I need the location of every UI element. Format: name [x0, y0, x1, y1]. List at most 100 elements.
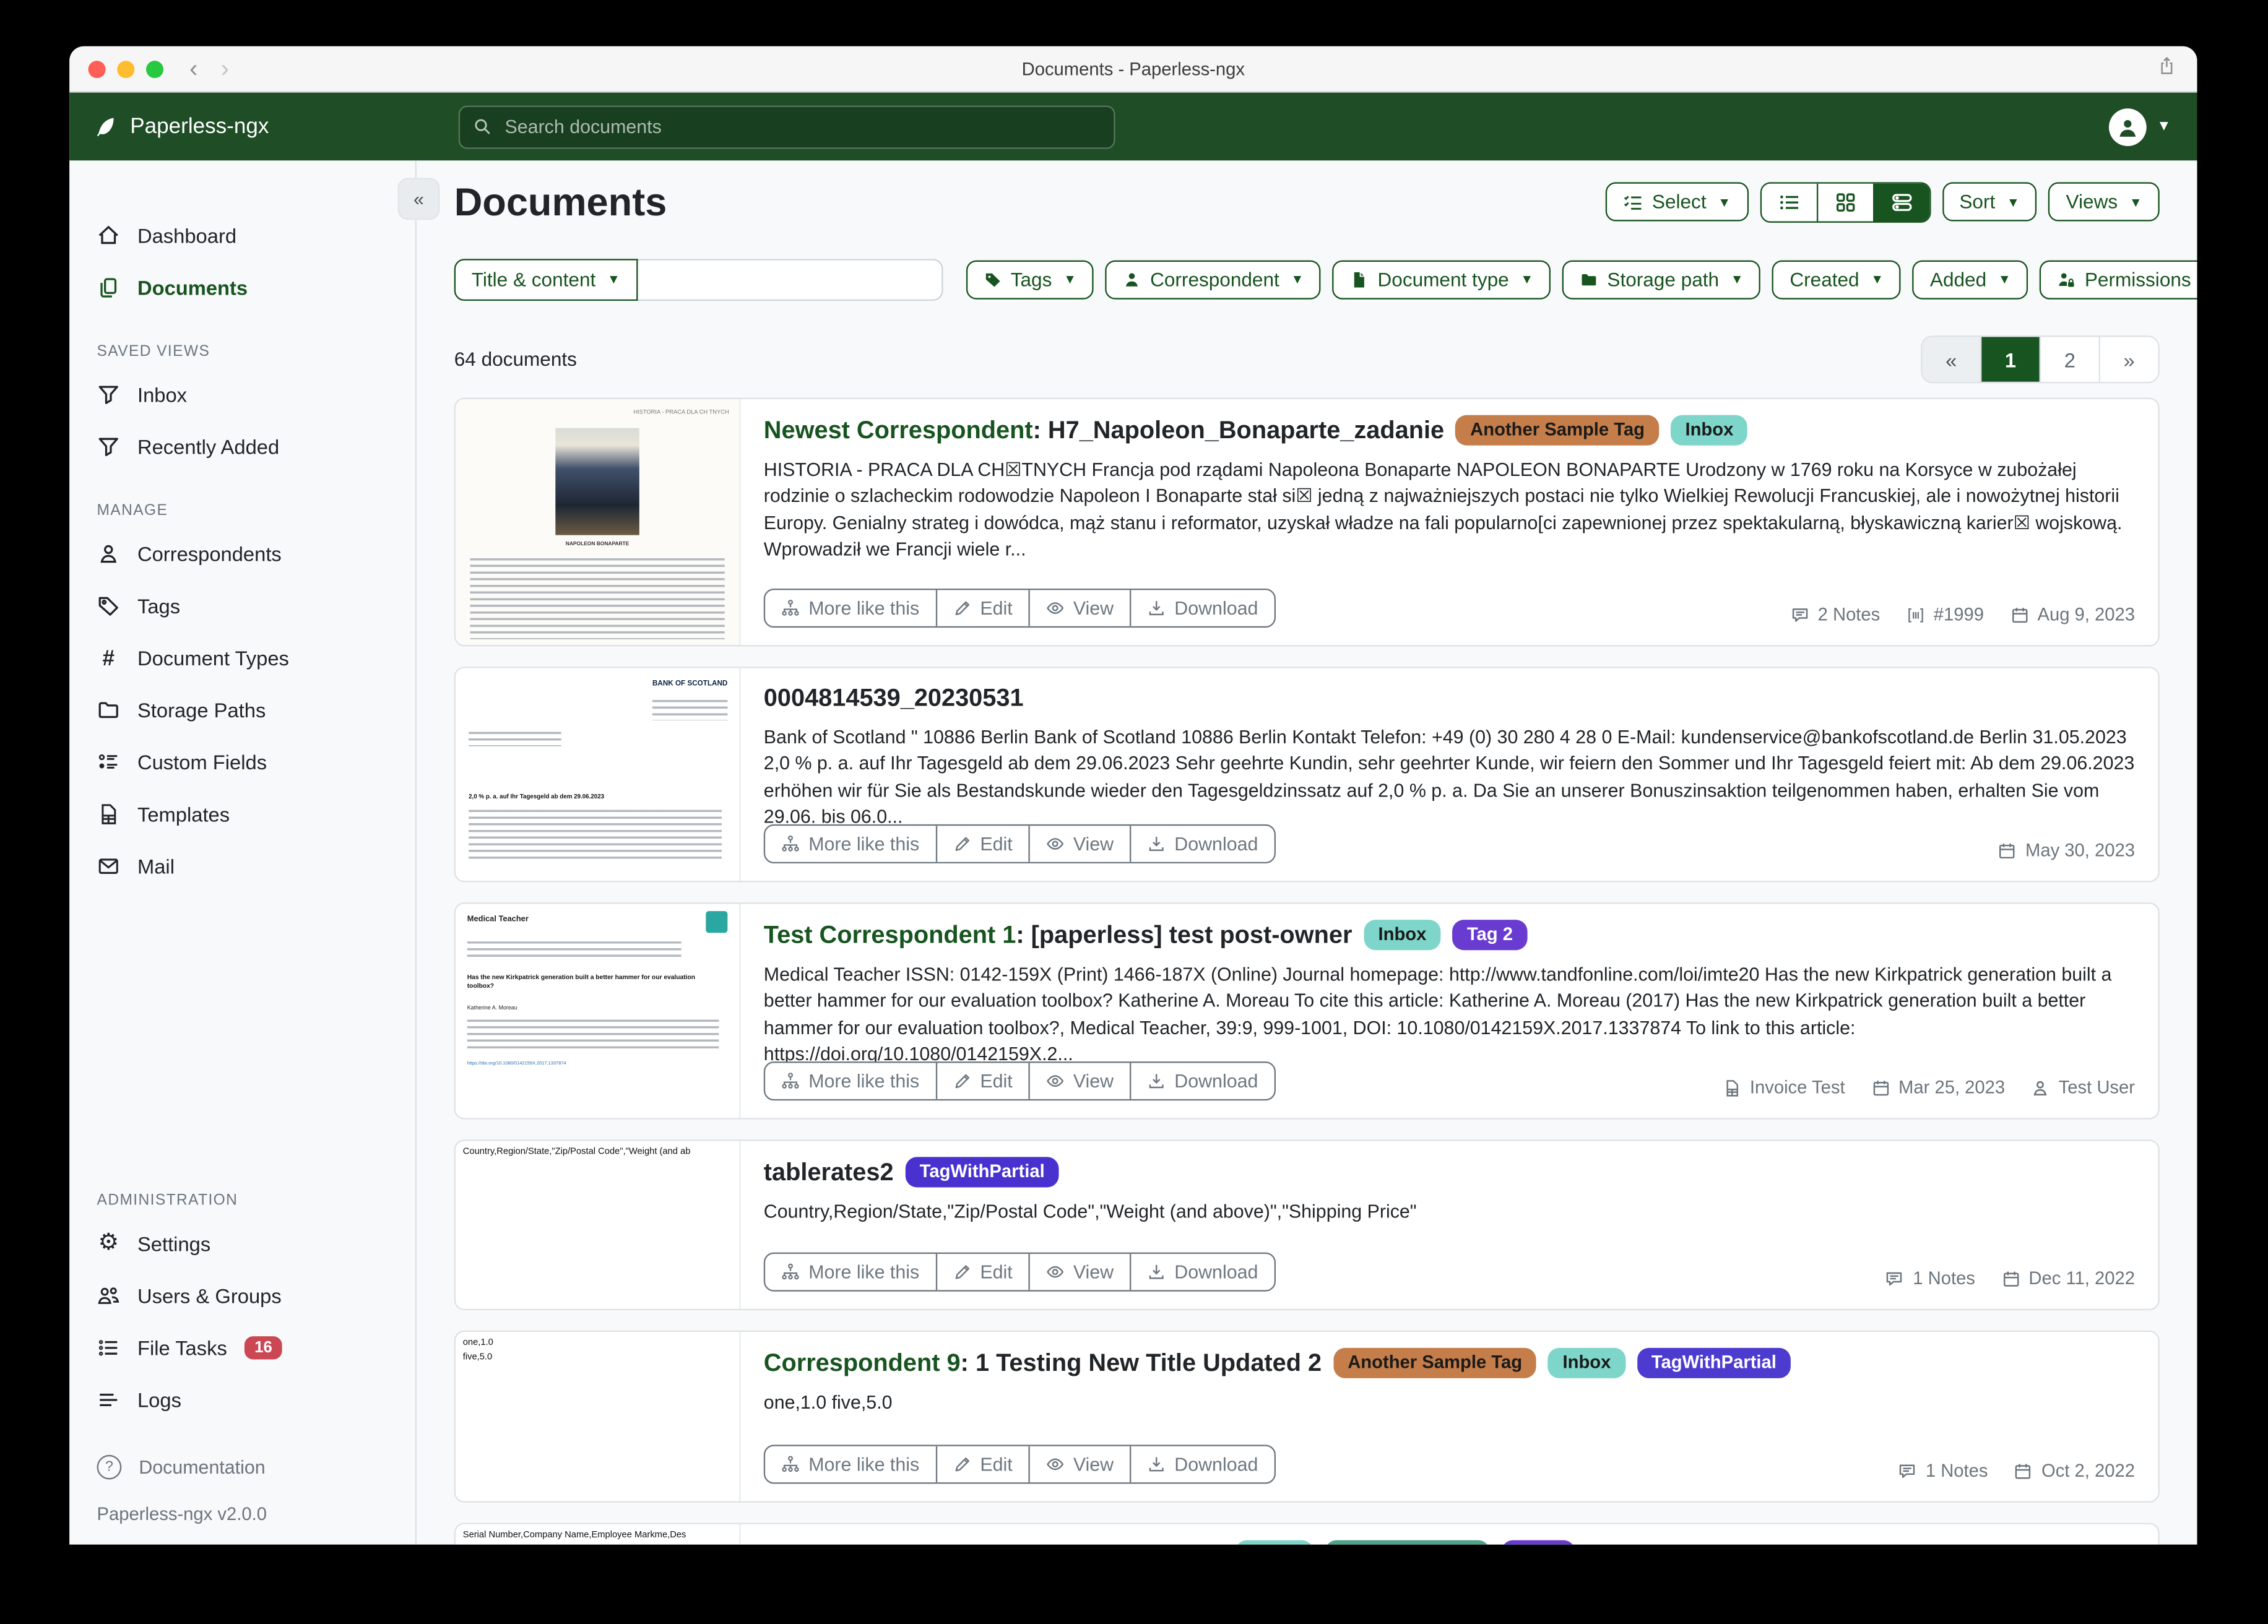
tag-chip[interactable]: Tag 2 — [1500, 1540, 1575, 1545]
select-dropdown-button[interactable]: Select▼ — [1606, 182, 1748, 221]
sidebar-item-documents[interactable]: Documents — [69, 262, 415, 314]
edit-button[interactable]: Edit — [935, 1254, 1029, 1290]
document-thumbnail[interactable]: HISTORIA - PRACA DLA CH TNYCH NAPOLEON B… — [456, 399, 740, 645]
document-thumbnail[interactable]: Serial Number,Company Name,Employee Mark… — [456, 1524, 740, 1545]
edit-button[interactable]: Edit — [935, 590, 1029, 626]
storage-path-filter-button[interactable]: Storage path▼ — [1562, 259, 1761, 298]
sidebar-item-users-groups[interactable]: Users & Groups — [69, 1270, 415, 1322]
detail-view-toggle[interactable] — [1872, 183, 1929, 221]
correspondent-filter-button[interactable]: Correspondent▼ — [1106, 259, 1322, 298]
title-content-dropdown-button[interactable]: Title & content▼ — [454, 258, 638, 300]
document-title[interactable]: Correspondent 9: 1 Testing New Title Upd… — [764, 1349, 1322, 1378]
grid-view-toggle[interactable] — [1816, 183, 1872, 221]
notes-meta[interactable]: 1 Notes — [1885, 1268, 1975, 1289]
notes-meta[interactable]: 2 Notes — [1790, 605, 1880, 625]
sidebar-item-correspondents[interactable]: Correspondents — [69, 528, 415, 580]
pagination-next[interactable]: » — [2099, 337, 2158, 381]
user-menu[interactable]: ▼ — [2109, 108, 2171, 145]
sidebar-item-document-types[interactable]: # Document Types — [69, 632, 415, 684]
download-button[interactable]: Download — [1130, 1063, 1274, 1099]
more-like-this-button[interactable]: More like this — [765, 1254, 935, 1290]
pagination-page-1[interactable]: 1 — [1980, 337, 2040, 381]
sidebar-item-inbox[interactable]: Inbox — [69, 369, 415, 421]
caret-down-icon: ▼ — [607, 272, 620, 286]
document-title[interactable]: Test Correspondent 1: [paperless] test p… — [764, 920, 1353, 949]
document-correspondent[interactable]: Test Correspondent 1 — [764, 920, 1016, 948]
view-button[interactable]: View — [1028, 590, 1129, 626]
sidebar-item-settings[interactable]: ⚙ Settings — [69, 1218, 415, 1270]
download-button[interactable]: Download — [1130, 1446, 1274, 1482]
document-title[interactable]: tablerates2 — [764, 1158, 894, 1187]
document-title[interactable]: 0004814539_20230531 — [764, 684, 1024, 713]
notes-meta[interactable]: 1 Notes — [1898, 1461, 1988, 1481]
sidebar-item-mail[interactable]: Mail — [69, 840, 415, 892]
edit-button[interactable]: Edit — [935, 1446, 1029, 1482]
owner-meta: Test User — [2031, 1078, 2135, 1098]
pagination-prev[interactable]: « — [1923, 337, 1980, 381]
document-thumbnail[interactable]: Country,Region/State,"Zip/Postal Code","… — [456, 1141, 740, 1309]
sidebar-item-logs[interactable]: Logs — [69, 1374, 415, 1426]
document-type-meta[interactable]: Invoice Test — [1722, 1078, 1845, 1098]
app-brand[interactable]: Paperless-ngx — [94, 114, 415, 139]
views-dropdown-button[interactable]: Views▼ — [2049, 182, 2160, 221]
share-icon[interactable] — [2157, 56, 2177, 77]
tag-chip[interactable]: TagWithPartial — [1637, 1348, 1791, 1378]
tag-chip[interactable]: Inbox — [1364, 920, 1441, 950]
tags-filter-button[interactable]: Tags▼ — [966, 259, 1094, 298]
added-filter-button[interactable]: Added▼ — [1913, 259, 2028, 298]
document-title[interactable]: Newest Correspondent: H7_Napoleon_Bonapa… — [764, 416, 1444, 445]
document-correspondent[interactable]: Newest Correspondent — [764, 1541, 1033, 1545]
download-button[interactable]: Download — [1130, 826, 1274, 862]
permissions-filter-button[interactable]: Permissions▼ — [2040, 259, 2197, 298]
document-correspondent[interactable]: Correspondent 9 — [764, 1349, 961, 1376]
document-thumbnail[interactable]: Medical Teacher Has the new Kirkpatrick … — [456, 904, 740, 1118]
document-thumbnail[interactable]: one,1.0five,5.0 — [456, 1332, 740, 1501]
edit-button[interactable]: Edit — [935, 1063, 1029, 1099]
sidebar-item-file-tasks[interactable]: File Tasks 16 — [69, 1322, 415, 1374]
download-icon — [1147, 1072, 1166, 1091]
pencil-icon — [953, 598, 971, 617]
tag-chip[interactable]: Another Sample Tag — [1456, 415, 1660, 446]
sidebar-item-custom-fields[interactable]: Custom Fields — [69, 736, 415, 788]
tag-chip[interactable]: Inbox — [1548, 1348, 1625, 1378]
view-button[interactable]: View — [1028, 826, 1129, 862]
more-like-this-button[interactable]: More like this — [765, 1063, 935, 1099]
document-type-filter-button[interactable]: Document type▼ — [1333, 259, 1551, 298]
created-filter-button[interactable]: Created▼ — [1772, 259, 1901, 298]
sidebar-item-tags[interactable]: Tags — [69, 580, 415, 632]
download-button[interactable]: Download — [1130, 590, 1274, 626]
sort-dropdown-button[interactable]: Sort▼ — [1942, 182, 2036, 221]
tag-chip[interactable]: TagWithPartial — [905, 1157, 1059, 1187]
caret-down-icon: ▼ — [2129, 194, 2142, 209]
tag-chip[interactable]: Another Sample Tag — [1333, 1348, 1537, 1378]
list-view-toggle[interactable] — [1761, 183, 1816, 221]
sidebar-item-documentation[interactable]: ? Documentation — [69, 1440, 415, 1492]
sidebar-item-recently-added[interactable]: Recently Added — [69, 421, 415, 473]
global-search[interactable] — [459, 105, 1115, 148]
tag-chip[interactable]: Inbox — [1671, 415, 1748, 446]
sidebar-item-storage-paths[interactable]: Storage Paths — [69, 684, 415, 736]
sidebar-collapse-button[interactable]: « — [398, 178, 440, 220]
title-content-filter-input[interactable] — [638, 258, 943, 300]
tag-chip[interactable]: test another tag — [1325, 1540, 1489, 1545]
tag-chip[interactable]: Inbox — [1236, 1540, 1314, 1545]
view-button[interactable]: View — [1028, 1063, 1129, 1099]
document-title[interactable]: Newest Correspondent: Sample100.csv — [764, 1541, 1224, 1545]
document-correspondent[interactable]: Newest Correspondent — [764, 416, 1033, 443]
more-like-this-button[interactable]: More like this — [765, 1446, 935, 1482]
tag-icon — [983, 270, 1002, 288]
more-like-this-button[interactable]: More like this — [765, 826, 935, 862]
view-button[interactable]: View — [1028, 1254, 1129, 1290]
search-input[interactable] — [502, 114, 1101, 139]
pagination-page-2[interactable]: 2 — [2040, 337, 2099, 381]
sidebar-item-dashboard[interactable]: Dashboard — [69, 210, 415, 262]
view-button[interactable]: View — [1028, 1446, 1129, 1482]
edit-button[interactable]: Edit — [935, 826, 1029, 862]
more-like-this-button[interactable]: More like this — [765, 590, 935, 626]
sidebar-item-templates[interactable]: Templates — [69, 788, 415, 840]
download-button[interactable]: Download — [1130, 1254, 1274, 1290]
eye-icon — [1045, 1263, 1064, 1281]
tag-chip[interactable]: Tag 2 — [1452, 920, 1527, 950]
user-avatar[interactable] — [2109, 108, 2147, 145]
document-thumbnail[interactable]: BANK OF SCOTLAND 2,0 % p. a. auf Ihr Tag… — [456, 668, 740, 881]
